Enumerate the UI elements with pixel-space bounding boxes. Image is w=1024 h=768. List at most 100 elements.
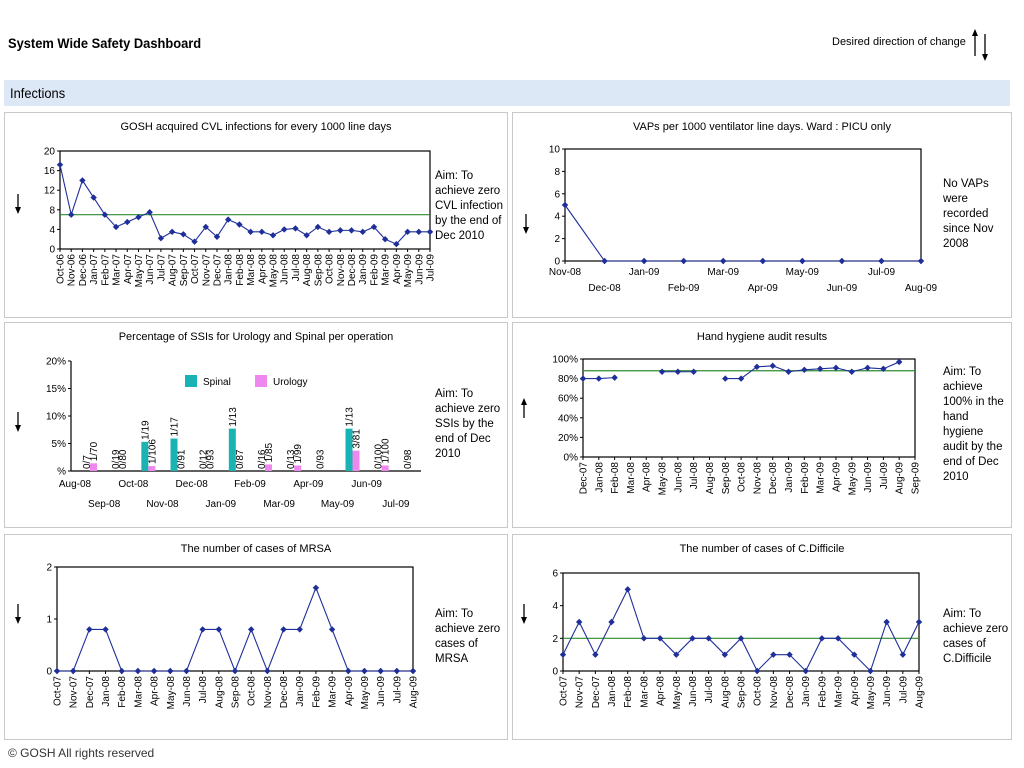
x-tick-label: Sep-08: [88, 499, 121, 510]
mrsa-panel: The number of cases of MRSA 0 1 2 Oct-07 Nov-…: [4, 534, 508, 740]
x-tick-label: May-08: [658, 462, 669, 496]
x-tick-label: Sep-08: [721, 462, 732, 495]
x-tick-label: Aug-08: [705, 462, 716, 495]
line-chart: 0 1 2 Oct-07 Nov-07 Dec-07 Jan-08 Feb-08 Mar-08 A…: [46, 563, 419, 710]
bar-label: 1/13: [228, 407, 239, 427]
direction-down-icon: [15, 412, 21, 432]
plot-area: [564, 148, 922, 262]
y-tick-label: 60%: [558, 394, 578, 405]
x-tick-label: Nov-07: [201, 254, 212, 287]
x-tick-label: Jun-09: [827, 283, 858, 294]
x-tick-label: Jan-08: [101, 676, 112, 707]
x-tick-label: Apr-09: [293, 479, 323, 490]
vap-panel: VAPs per 1000 ventilator line days. Ward…: [512, 112, 1012, 318]
x-tick-label: Oct-08: [325, 254, 336, 284]
x-tick-label: Jan-07: [89, 254, 100, 285]
y-tick-label: 15%: [46, 384, 66, 395]
bar-label: 0/98: [403, 449, 414, 469]
x-tick-label: Jul-09: [426, 254, 437, 282]
x-tick-label: Dec-08: [588, 283, 621, 294]
x-tick-label: Dec-06: [78, 254, 89, 287]
x-tick-label: Mar-08: [626, 462, 637, 494]
x-tick-label: Jan-09: [784, 462, 795, 493]
x-tick-label: Sep-09: [911, 462, 922, 495]
x-tick-label: May-08: [672, 676, 683, 710]
x-tick-label: Mar-08: [639, 676, 650, 708]
bar-urology: [90, 463, 97, 471]
line-chart: 0% 20% 40% 60% 80% 100% Dec-07 Jan-08 Feb-08 Mar-…: [552, 355, 922, 496]
x-tick-label: Jun-08: [182, 676, 193, 707]
x-tick-label: Dec-08: [176, 479, 209, 490]
plot-area: [562, 572, 920, 672]
y-tick-label: 0: [552, 667, 558, 678]
y-tick-label: 5%: [52, 439, 67, 450]
x-tick-label: May-08: [269, 254, 280, 288]
x-tick-label: Nov-07: [575, 676, 586, 709]
x-tick-label: Dec-08: [347, 254, 358, 287]
aim-text: Aim: To achieve 100% in the hand hygiene…: [943, 366, 1004, 483]
bar-label: 3/81: [352, 429, 363, 449]
bar-label: 0/80: [118, 449, 129, 469]
x-tick-label: Feb-09: [311, 676, 322, 708]
cdiff-panel: The number of cases of C.Difficile 0 2 4 6 Oc…: [512, 534, 1012, 740]
aim-text: No VAPs were recorded since Nov 2008: [943, 178, 994, 250]
y-tick-label: 4: [552, 601, 558, 612]
x-tick-label: May-09: [360, 676, 371, 710]
x-tick-label: Jun-08: [673, 462, 684, 493]
x-tick-label: May-09: [321, 499, 355, 510]
x-tick-label: Jun-09: [882, 676, 893, 707]
y-tick-label: 0: [46, 667, 52, 678]
x-tick-label: Apr-08: [656, 676, 667, 706]
bar-label: 1/13: [345, 407, 356, 427]
x-tick-label: Mar-09: [381, 254, 392, 286]
bar-label: 0/91: [177, 449, 188, 469]
x-tick-label: Jul-09: [898, 676, 909, 704]
x-tick-label: Aug-09: [915, 676, 926, 709]
ssi-panel: Percentage of SSIs for Urology and Spina…: [4, 322, 508, 528]
x-tick-label: Jul-09: [382, 499, 410, 510]
x-tick-label: Nov-08: [549, 267, 582, 278]
hand-hygiene-panel: Hand hygiene audit results 0% 20% 40% 60% 80%…: [512, 322, 1012, 528]
x-tick-label: Nov-07: [69, 676, 80, 709]
cvl-panel: GOSH acquired CVL infections for every 1…: [4, 112, 508, 318]
bar-urology: [294, 465, 302, 471]
x-tick-label: Feb-07: [100, 254, 111, 286]
x-tick-label: Dec-07: [591, 676, 602, 709]
x-tick-label: Dec-08: [785, 676, 796, 709]
x-tick-label: Jun-09: [414, 254, 425, 285]
direction-down-icon: [521, 604, 527, 624]
x-tick-label: Jun-09: [351, 479, 382, 490]
x-tick-label: Apr-08: [150, 676, 161, 706]
plot-area: [582, 358, 916, 458]
direction-down-icon: [15, 604, 21, 624]
x-tick-label: Dec-07: [212, 254, 223, 287]
x-tick-label: Jun-09: [863, 462, 874, 493]
bar-urology: [265, 464, 272, 471]
bar-label: 0/93: [206, 449, 217, 469]
bar-chart: %5%10%15%20%Aug-080/71/70Sep-080/190/80O…: [46, 357, 421, 510]
x-tick-label: Aug-08: [59, 479, 92, 490]
y-tick-label: 40%: [558, 413, 578, 424]
x-tick-label: Mar-09: [263, 499, 295, 510]
x-tick-label: Aug-08: [302, 254, 313, 287]
y-tick-label: 0: [49, 245, 55, 256]
x-tick-label: Jun-08: [688, 676, 699, 707]
x-tick-label: Dec-08: [279, 676, 290, 709]
x-tick-label: Oct-08: [753, 676, 764, 706]
direction-down-icon: [15, 194, 21, 214]
x-tick-label: Apr-09: [850, 676, 861, 706]
direction-down-icon: [523, 214, 529, 234]
x-tick-label: Jan-08: [607, 676, 618, 707]
line-chart: 0 2 4 6 Oct-07 Nov-07 Dec-07 Jan-08 Feb-08 Mar-08…: [552, 569, 926, 710]
bar-label: 1/17: [170, 417, 181, 437]
x-tick-label: Jan-08: [224, 254, 235, 285]
x-tick-label: Oct-07: [190, 254, 201, 284]
x-tick-label: Mar-09: [834, 676, 845, 708]
x-tick-label: Jun-09: [376, 676, 387, 707]
x-tick-label: Aug-07: [168, 254, 179, 287]
x-tick-label: May-08: [166, 676, 177, 710]
line-chart: 0 2 4 6 8 10 Nov-08 Dec-08 Jan-09 Feb-09 Mar-09 Apr…: [549, 145, 938, 295]
x-tick-label: Feb-08: [610, 462, 621, 494]
x-tick-label: Apr-09: [831, 462, 842, 492]
x-tick-label: Jan-09: [206, 499, 237, 510]
